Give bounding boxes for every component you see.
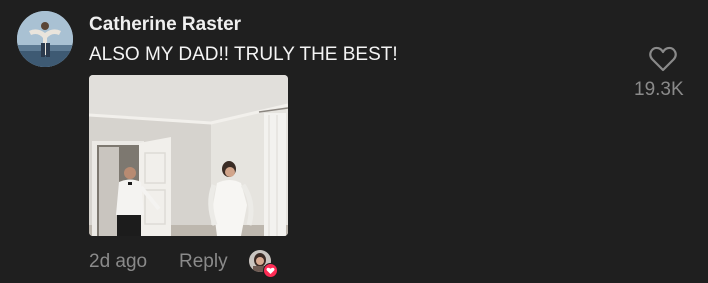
comment-text: ALSO MY DAD!! TRULY THE BEST!: [89, 44, 398, 65]
avatar-image: [17, 11, 73, 67]
like-count: 19.3K: [634, 79, 684, 100]
creator-liked-badge: [249, 250, 278, 278]
photo-image: [89, 75, 288, 236]
reply-button[interactable]: Reply: [179, 251, 228, 273]
comment-item: Catherine Raster ALSO MY DAD!! TRULY THE…: [0, 0, 708, 283]
heart-outline-icon[interactable]: [648, 45, 678, 73]
comment-photo[interactable]: [89, 75, 288, 236]
comment-username[interactable]: Catherine Raster: [89, 14, 241, 36]
comment-timestamp: 2d ago: [89, 251, 148, 272]
user-avatar[interactable]: [17, 11, 73, 67]
heart-icon: [263, 263, 278, 278]
